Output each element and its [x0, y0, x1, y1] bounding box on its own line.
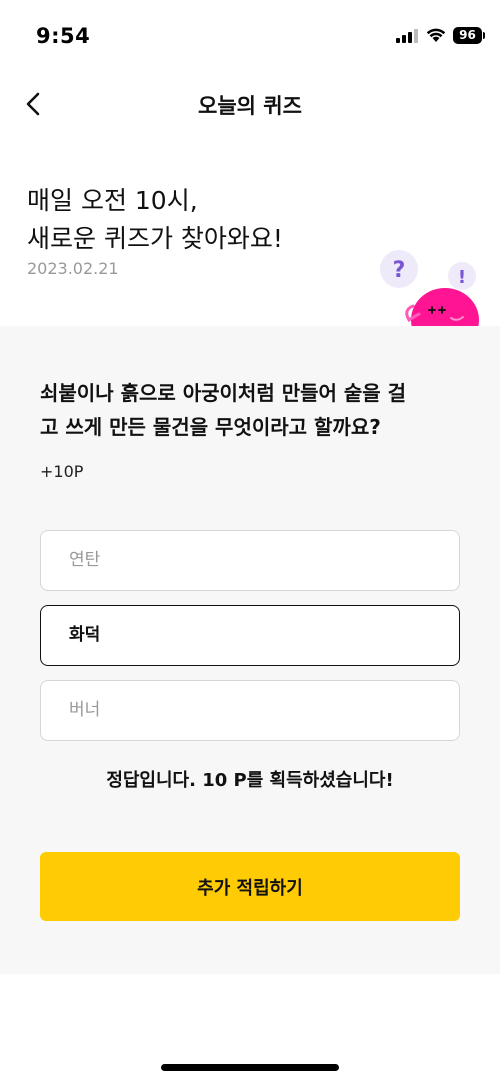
answer-option-3[interactable]: 버너	[40, 680, 460, 741]
quiz-panel: 쇠붙이나 흙으로 아궁이처럼 만들어 숱을 걸 고 쓰게 만든 물건을 무엇이라…	[0, 326, 500, 974]
answer-option-1[interactable]: 연탄	[40, 530, 460, 591]
mascot-body	[411, 288, 479, 326]
cellular-signal-icon	[396, 29, 418, 43]
headline: 매일 오전 10시, 새로운 퀴즈가 찾아와요!	[27, 182, 283, 258]
quiz-date: 2023.02.21	[27, 259, 119, 278]
result-message: 정답입니다. 10 P를 획득하셨습니다!	[106, 770, 394, 791]
earn-more-button[interactable]: 추가 적립하기	[40, 852, 460, 921]
status-bar: 9:54 96	[0, 0, 500, 70]
headline-line-2: 새로운 퀴즈가 찾아와요!	[27, 224, 283, 253]
points-reward: +10P	[40, 462, 84, 481]
question-line-2: 고 쓰게 만든 물건을 무엇이라고 할까요?	[40, 415, 381, 439]
quiz-header: 매일 오전 10시, 새로운 퀴즈가 찾아와요! 2023.02.21 ? !	[0, 136, 500, 326]
question-mark: ?	[393, 258, 406, 283]
page-title: 오늘의 퀴즈	[198, 94, 302, 118]
quiz-question: 쇠붙이나 흙으로 아궁이처럼 만들어 숱을 걸 고 쓰게 만든 물건을 무엇이라…	[40, 376, 470, 444]
wifi-icon	[426, 28, 446, 42]
battery-indicator: 96	[453, 27, 482, 44]
nav-bar: 오늘의 퀴즈	[0, 70, 500, 136]
answer-option-2[interactable]: 화덕	[40, 605, 460, 666]
headline-line-1: 매일 오전 10시,	[27, 186, 198, 215]
mascot-illustration: ? !	[380, 250, 479, 326]
home-indicator	[161, 1064, 339, 1071]
question-line-1: 쇠붙이나 흙으로 아궁이처럼 만들어 숱을 걸	[40, 381, 407, 405]
exclamation-mark: !	[458, 267, 466, 288]
battery-tip	[483, 32, 485, 39]
status-time: 9:54	[36, 24, 91, 48]
quiz-screen: 9:54 96 오늘의 퀴즈 매일 오전 10시, 새로운 퀴즈가 찾아와요! …	[0, 0, 500, 1082]
